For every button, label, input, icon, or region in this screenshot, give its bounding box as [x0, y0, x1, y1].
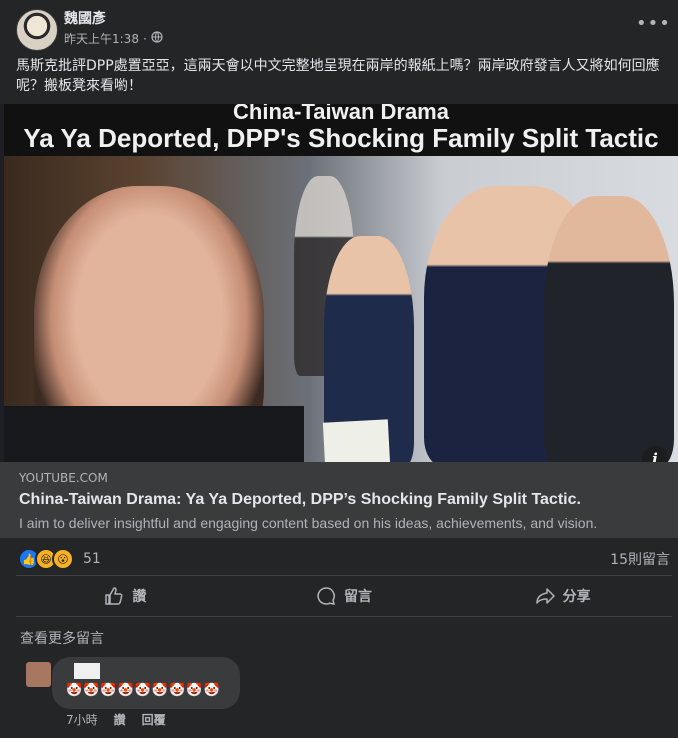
post-text: 馬斯克批評DPP處置亞亞，這兩天會以中文完整地呈現在兩岸的報紙上嗎？兩岸政府發言… — [16, 58, 660, 94]
author-name[interactable]: 魏國彥 — [64, 8, 106, 28]
action-bar: 讚 留言 分享 — [16, 576, 672, 616]
comment-button-label: 留言 — [344, 589, 372, 605]
comment-count[interactable]: 15則留言 — [610, 549, 670, 569]
commenter-name-redacted[interactable] — [74, 663, 100, 679]
reaction-summary[interactable]: 👍 😆 😮 51 — [18, 548, 101, 570]
link-domain: YOUTUBE.COM — [19, 471, 108, 485]
wow-reaction-icon: 😮 — [52, 548, 74, 570]
globe-icon — [151, 31, 163, 46]
left-suit-figure — [4, 406, 304, 462]
like-button[interactable]: 讚 — [16, 576, 235, 616]
author-avatar[interactable] — [16, 9, 58, 51]
comment-time[interactable]: 7小時 — [66, 711, 98, 728]
comment-meta: 7小時 讚 回覆 — [66, 711, 166, 728]
divider — [16, 616, 672, 617]
right-man-figure — [544, 196, 674, 462]
folder-figure — [322, 419, 391, 462]
media-headline-line1: China-Taiwan Drama — [233, 104, 449, 124]
like-button-label: 讚 — [132, 589, 147, 605]
thumbnail-scene: i — [4, 156, 678, 462]
view-more-comments[interactable]: 查看更多留言 — [20, 628, 104, 648]
comment-icon — [317, 587, 336, 605]
reaction-count[interactable]: 51 — [83, 551, 101, 567]
share-icon — [535, 588, 555, 604]
comment-text: 🤡🤡🤡🤡🤡🤡🤡🤡🤡 — [66, 683, 221, 698]
comment-button[interactable]: 留言 — [235, 576, 454, 616]
share-button-label: 分享 — [562, 589, 591, 605]
comment-like-link[interactable]: 讚 — [114, 711, 126, 728]
share-button[interactable]: 分享 — [453, 576, 672, 616]
thumbs-up-icon — [105, 587, 123, 605]
commenter-avatar[interactable] — [26, 662, 51, 687]
post-meta: 昨天上午1:38 · — [64, 30, 163, 47]
media-headline-line2: Ya Ya Deported, DPP's Shocking Family Sp… — [23, 123, 659, 153]
post-header: 魏國彥 昨天上午1:38 · ••• — [0, 0, 678, 51]
comment-bubble: 🤡🤡🤡🤡🤡🤡🤡🤡🤡 — [52, 657, 240, 709]
post-timestamp[interactable]: 昨天上午1:38 — [64, 30, 139, 47]
comment-reply-link[interactable]: 回覆 — [142, 711, 166, 728]
link-description: I aim to deliver insightful and engaging… — [19, 515, 598, 531]
meta-separator: · — [142, 31, 147, 46]
media-headline: China-Taiwan Drama Ya Ya Deported, DPP's… — [4, 104, 678, 156]
link-preview[interactable]: YOUTUBE.COM China-Taiwan Drama: Ya Ya De… — [0, 462, 678, 538]
more-options-icon[interactable]: ••• — [636, 14, 670, 38]
link-title[interactable]: China-Taiwan Drama: Ya Ya Deported, DPP’… — [19, 491, 581, 509]
post-media-image[interactable]: China-Taiwan Drama Ya Ya Deported, DPP's… — [0, 104, 678, 462]
